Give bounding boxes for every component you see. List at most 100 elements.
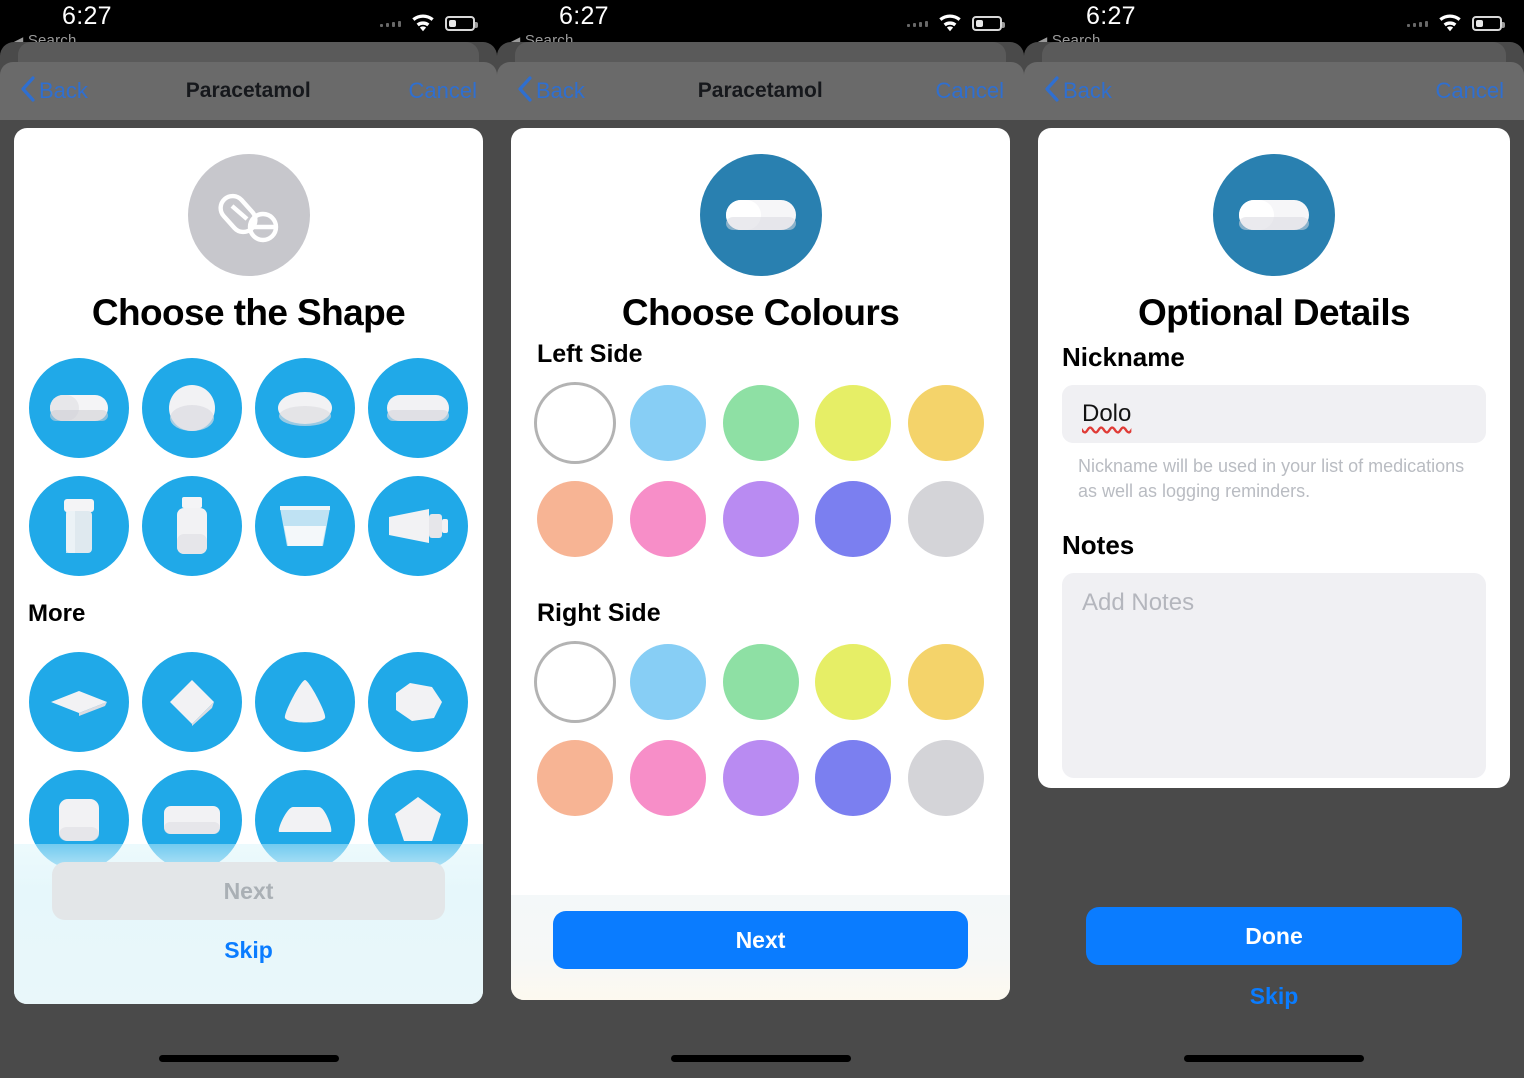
notes-label: Notes [1062, 529, 1135, 560]
right-swatch-white[interactable] [537, 644, 613, 720]
back-button[interactable]: Back [1044, 75, 1112, 107]
shape-option-capsule[interactable] [26, 358, 133, 458]
tube-shape-icon [367, 476, 468, 576]
next-button[interactable]: Next [553, 911, 968, 969]
shape-grid-more [14, 628, 483, 870]
right-swatch-row-1 [537, 644, 984, 720]
skip-link[interactable]: Skip [1086, 983, 1462, 1010]
skip-link[interactable]: Skip [52, 937, 445, 964]
done-button[interactable]: Done [1086, 907, 1462, 965]
page-title: Optional Details [1137, 292, 1411, 333]
back-label: Back [39, 78, 88, 103]
right-swatch-peach[interactable] [537, 740, 613, 816]
card-footer: Next Skip [14, 844, 483, 1004]
right-swatch-light-blue[interactable] [629, 644, 706, 720]
cancel-button[interactable]: Cancel [1436, 78, 1504, 104]
chevron-left-icon [1044, 75, 1059, 107]
left-swatch-yellow-green[interactable] [815, 385, 892, 461]
right-swatch-green[interactable] [722, 644, 799, 720]
liquid-cup-shape-icon [254, 476, 355, 576]
shape-option-oval[interactable] [252, 358, 359, 458]
hero: Choose the Shape [14, 128, 483, 334]
page-title: Choose the Shape [91, 292, 406, 333]
home-indicator [158, 1055, 339, 1062]
colour-scroll-area[interactable]: Choose Colours Left Side Right Side [511, 128, 1010, 1000]
notes-input[interactable]: Add Notes [1062, 572, 1486, 778]
wifi-icon [1437, 14, 1463, 33]
nav-title: Paracetamol [185, 79, 311, 102]
back-label: Back [1063, 78, 1112, 103]
chevron-left-icon [517, 75, 532, 107]
right-swatch-yellow[interactable] [908, 644, 984, 720]
left-swatch-green[interactable] [722, 385, 799, 461]
right-swatch-purple[interactable] [722, 740, 799, 816]
rhombus-shape-icon [142, 652, 243, 752]
diamond-shape-icon [29, 652, 130, 752]
three-phone-screenshots: 6:27 ◀ Search Back Paracetamol Cancel Ch… [0, 0, 1524, 1078]
left-swatch-yellow[interactable] [908, 385, 984, 461]
left-swatch-pink[interactable] [629, 481, 706, 557]
home-indicator [1184, 1055, 1364, 1062]
round-shape-icon [142, 358, 243, 458]
status-time: 6:27 [1086, 2, 1136, 30]
shape-option-liquid-cup[interactable] [252, 476, 359, 576]
shape-option-round[interactable] [139, 358, 246, 458]
shape-option-triangle[interactable] [252, 652, 359, 752]
shape-option-diamond[interactable] [26, 652, 133, 752]
nav-bar: Back Paracetamol Cancel [497, 62, 1024, 120]
back-button[interactable]: Back [517, 75, 585, 107]
oval-shape-icon [254, 358, 355, 458]
cancel-button[interactable]: Cancel [936, 78, 1004, 104]
left-swatch-white[interactable] [537, 385, 613, 461]
left-swatch-row-1 [537, 385, 984, 461]
card-footer: Next [511, 895, 1010, 1000]
battery-icon [1472, 16, 1505, 31]
right-swatch-blue-violet[interactable] [815, 740, 892, 816]
next-button[interactable]: Next [52, 862, 445, 920]
details-card: Optional Details Nickname Dolo Nickname … [1038, 128, 1510, 788]
shape-option-oblong[interactable] [364, 358, 471, 458]
modal-sheet: Back Paracetamol Cancel Choose Colours L… [497, 42, 1024, 1078]
right-side-label: Right Side [537, 599, 661, 627]
nav-bar: Back Paracetamol Cancel [0, 62, 497, 120]
shape-grid-primary [14, 334, 483, 576]
shape-option-rhombus[interactable] [139, 652, 246, 752]
battery-icon [445, 16, 478, 31]
cellular-bars-icon [907, 20, 928, 27]
shape-option-tube[interactable] [364, 476, 471, 576]
nav-title: Paracetamol [697, 79, 823, 102]
right-swatch-pink[interactable] [629, 740, 706, 816]
left-swatch-peach[interactable] [537, 481, 613, 557]
optional-details-form: Nickname Dolo Nickname will be used in y… [1038, 334, 1510, 778]
shape-option-vial[interactable] [26, 476, 133, 576]
triangle-shape-icon [254, 652, 355, 752]
left-swatch-blue-violet[interactable] [815, 481, 892, 557]
hero: Choose Colours [511, 128, 1010, 334]
right-side-section: Right Side [511, 577, 1010, 816]
back-button[interactable]: Back [20, 75, 88, 107]
status-time: 6:27 [62, 2, 112, 30]
nickname-helper-text: Nickname will be used in your list of me… [1078, 456, 1465, 501]
left-swatch-row-2 [537, 481, 984, 557]
bottle-shape-icon [142, 476, 243, 576]
capsule-icon [1213, 154, 1335, 276]
status-indicators [907, 14, 1005, 33]
screen-optional-details: 6:27 ◀ Search Back Cancel Optional Detai… [1024, 0, 1524, 1078]
vial-shape-icon [29, 476, 130, 576]
shape-option-heptagon[interactable] [364, 652, 471, 752]
nickname-input[interactable]: Dolo [1062, 385, 1486, 443]
nickname-label: Nickname [1062, 342, 1185, 372]
left-swatch-purple[interactable] [722, 481, 799, 557]
left-side-section: Left Side [511, 334, 1010, 557]
cancel-button[interactable]: Cancel [409, 78, 477, 104]
left-swatch-grey[interactable] [908, 481, 984, 557]
modal-sheet: Back Cancel Optional Details Nickname Do… [1024, 42, 1524, 1078]
right-swatch-grey[interactable] [908, 740, 984, 816]
left-swatch-light-blue[interactable] [629, 385, 706, 461]
right-swatch-yellow-green[interactable] [815, 644, 892, 720]
shape-option-bottle[interactable] [139, 476, 246, 576]
cellular-bars-icon [1407, 20, 1428, 27]
screen-choose-shape: 6:27 ◀ Search Back Paracetamol Cancel Ch… [0, 0, 497, 1078]
chevron-left-icon [20, 75, 35, 107]
back-label: Back [536, 78, 585, 103]
